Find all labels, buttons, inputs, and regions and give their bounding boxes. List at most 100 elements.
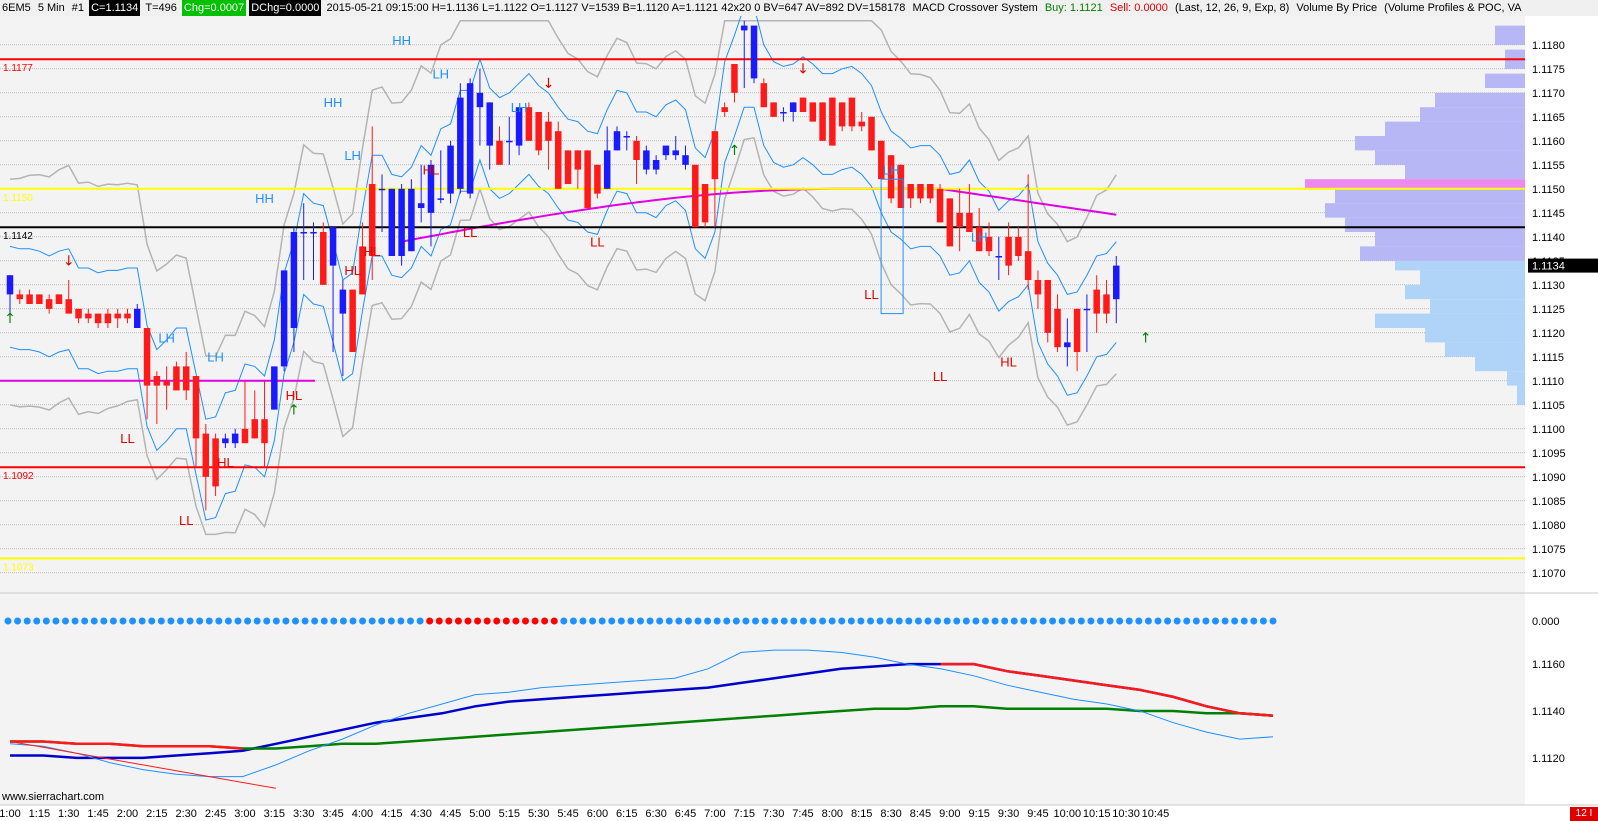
candle-body xyxy=(643,150,650,170)
candle-body xyxy=(838,102,846,127)
candle-body xyxy=(251,419,258,439)
candle-body xyxy=(682,155,689,165)
macd-state-dot xyxy=(1154,617,1162,625)
macd-state-dot xyxy=(876,617,884,625)
time-tick-label: 2:15 xyxy=(146,808,167,820)
chart-number: #1 xyxy=(71,2,85,14)
macd-state-dot xyxy=(52,617,60,625)
time-tick-label: 7:45 xyxy=(792,808,813,820)
macd-state-dot xyxy=(1077,617,1085,625)
volume-profile-bar xyxy=(1420,107,1525,122)
volume-profile-bar xyxy=(1517,385,1525,405)
volume-profile-bar xyxy=(1485,73,1525,88)
time-tick-label: 6:30 xyxy=(645,808,666,820)
chart-header-bar: 6EM5 5 Min #1 C=1.1134 T=496 Chg=0.0007 … xyxy=(0,0,1598,17)
macd-state-dot xyxy=(483,617,491,625)
macd-state-dot xyxy=(1020,617,1028,625)
macd-state-dot xyxy=(1212,617,1219,625)
candle-body xyxy=(447,145,454,194)
macd-state-dot xyxy=(838,617,846,625)
volume-profile-bar xyxy=(1305,179,1525,189)
macd-state-dot xyxy=(914,617,922,625)
symbol: 6EM5 xyxy=(2,2,31,14)
volume-profile-bar xyxy=(1430,299,1525,314)
candle-body xyxy=(378,188,386,191)
macd-state-dot xyxy=(129,617,137,625)
swing-label: HL xyxy=(344,263,361,278)
price-tick-label: 1.1095 xyxy=(1532,448,1566,460)
candle-body xyxy=(868,116,875,151)
macd-state-dot xyxy=(1039,617,1047,625)
candle-body xyxy=(85,313,92,319)
price-chart[interactable]: 1.1180 1.1175 1.1170 1.1165 1.1160 1.1155 1.11… xyxy=(0,16,1598,821)
macd-state-dot xyxy=(656,617,664,625)
candle-body xyxy=(65,299,72,314)
price-tick-label: 1.1085 xyxy=(1532,496,1566,508)
current-price-label: 1.1134 xyxy=(1532,261,1565,273)
macd-state-dot xyxy=(627,617,635,625)
sell-arrow-icon: ↓ xyxy=(63,254,75,270)
macd-state-dot xyxy=(1202,617,1210,625)
candle-body xyxy=(917,184,924,199)
candle-body xyxy=(956,212,963,228)
lower-tick-label: 1.1120 xyxy=(1532,753,1565,765)
watermark: www.sierrachart.com xyxy=(1,791,104,803)
candle-body xyxy=(1103,294,1110,314)
macd-state-dot xyxy=(1269,617,1277,625)
macd-state-dot xyxy=(560,617,568,625)
swing-label: HL xyxy=(286,388,303,403)
candle-body xyxy=(290,232,298,328)
price-tick-label: 1.1180 xyxy=(1532,40,1565,52)
time-tick-label: 8:45 xyxy=(910,808,931,820)
time-tick-label: 7:15 xyxy=(734,808,755,820)
candle-body xyxy=(231,433,239,444)
time-tick-label: 3:15 xyxy=(264,808,285,820)
swing-label: LL xyxy=(179,513,193,528)
macd-state-dot xyxy=(1259,617,1267,625)
candle-body xyxy=(633,140,640,160)
swing-label: HH xyxy=(392,33,411,48)
time-tick-label: 6:45 xyxy=(675,808,696,820)
macd-state-dot xyxy=(1135,617,1143,625)
candle-body xyxy=(564,150,572,184)
time-tick-label: 6:00 xyxy=(587,808,608,820)
candle-body xyxy=(789,102,797,112)
candle-body xyxy=(770,102,777,117)
bar-info: 2015-05-21 09:15:00 H=1.1136 L=1.1122 O=… xyxy=(326,2,906,14)
macd-state-dot xyxy=(771,617,779,625)
candle-body xyxy=(907,184,914,199)
swing-label: LL xyxy=(120,431,134,446)
buy-arrow-icon: ↑ xyxy=(1140,330,1152,346)
sell-arrow-icon: ↓ xyxy=(797,62,809,78)
swing-label: LH xyxy=(432,66,449,81)
candle-body xyxy=(457,97,464,189)
time-tick-label: 9:00 xyxy=(939,808,960,820)
macd-state-dot xyxy=(100,617,108,625)
macd-state-dot xyxy=(435,617,443,625)
swing-label: HL xyxy=(1000,354,1017,369)
study-name: MACD Crossover System xyxy=(912,2,1038,14)
macd-state-dot xyxy=(14,617,22,625)
macd-state-dot xyxy=(4,617,12,625)
swing-label: HH xyxy=(324,95,343,110)
candle-body xyxy=(55,294,63,304)
candle-body xyxy=(202,433,210,477)
candle-body xyxy=(1093,289,1100,314)
price-tick-label: 1.1125 xyxy=(1532,304,1565,316)
time-tick-label: 3:00 xyxy=(234,808,255,820)
price-tick-label: 1.1075 xyxy=(1532,544,1566,556)
volume-profile-bar xyxy=(1360,246,1525,261)
macd-state-dot xyxy=(512,617,520,625)
macd-state-dot xyxy=(895,617,903,625)
candle-body xyxy=(1005,236,1012,266)
time-tick-label: 1:15 xyxy=(29,808,50,820)
macd-state-dot xyxy=(215,617,223,625)
macd-state-dot xyxy=(531,617,539,625)
swing-label: HL xyxy=(217,455,234,470)
macd-state-dot xyxy=(157,617,165,625)
horizontal-level-label: 1.1073 xyxy=(3,562,34,573)
macd-state-dot xyxy=(62,617,69,625)
macd-state-dot xyxy=(359,617,367,625)
swing-label: LH xyxy=(511,100,528,115)
macd-state-dot xyxy=(550,617,558,625)
